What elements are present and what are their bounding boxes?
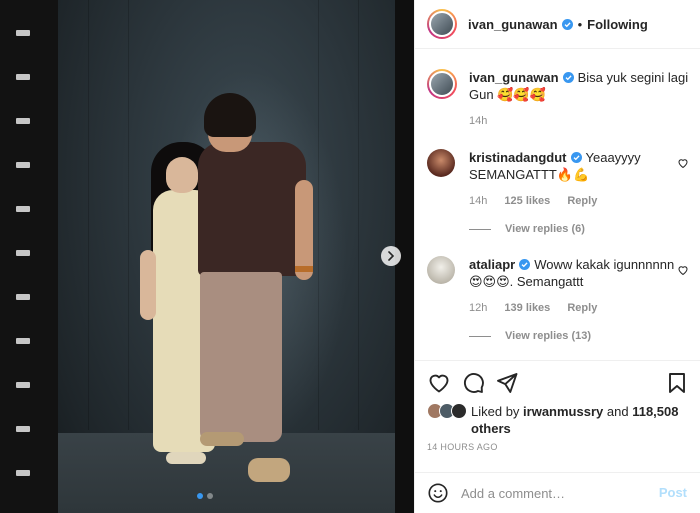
post-header: ivan_gunawan • Following xyxy=(415,0,700,49)
action-icons-row xyxy=(427,371,689,395)
post-photo[interactable] xyxy=(58,0,395,513)
carousel-dot xyxy=(207,493,213,499)
post-comment-button[interactable]: Post xyxy=(659,485,687,500)
verified-badge-icon xyxy=(562,72,574,83)
comments-list[interactable]: ivan_gunawan Bisa yuk segini lagi Gun 🥰🥰🥰… xyxy=(415,50,700,360)
post-photo-pane xyxy=(0,0,414,513)
verified-badge-icon xyxy=(519,259,531,270)
liked-by-prefix: Liked by xyxy=(471,404,520,419)
comment-likes[interactable]: 125 likes xyxy=(504,195,550,207)
carousel-dots xyxy=(197,493,213,499)
author-username[interactable]: ivan_gunawan xyxy=(468,17,558,32)
post-actions-section: Liked by irwanmussry and 118,508 others … xyxy=(415,360,700,512)
heart-icon[interactable] xyxy=(677,264,689,276)
view-replies-button[interactable]: View replies (13) xyxy=(469,330,689,342)
liked-by-and: and xyxy=(606,404,629,419)
carousel-next-button[interactable] xyxy=(381,246,401,266)
verified-badge-icon xyxy=(561,18,573,30)
caption: ivan_gunawan Bisa yuk segini lagi Gun 🥰🥰🥰… xyxy=(427,69,689,127)
verified-badge-icon xyxy=(570,152,582,163)
caption-time: 14h xyxy=(469,115,488,127)
carousel-dot-active xyxy=(197,493,203,499)
liker-avatars xyxy=(427,403,471,421)
separator-dot: • xyxy=(577,16,583,32)
likes-summary: Liked by irwanmussry and 118,508 others xyxy=(427,403,689,437)
reply-button[interactable]: Reply xyxy=(567,302,597,314)
heart-icon[interactable] xyxy=(427,371,451,395)
comment-time: 12h xyxy=(469,302,488,314)
following-button[interactable]: Following xyxy=(587,17,648,32)
man-figure xyxy=(198,142,306,276)
view-replies-label: View replies (6) xyxy=(505,223,585,235)
commenter-username[interactable]: ataliapr xyxy=(469,257,515,272)
chevron-right-icon xyxy=(388,251,395,261)
view-replies-label: View replies (13) xyxy=(505,330,592,342)
view-replies-button[interactable]: View replies (6) xyxy=(469,223,689,235)
commenter-username[interactable]: kristinadangdut xyxy=(469,150,567,165)
caption-avatar[interactable] xyxy=(427,69,457,99)
caption-username[interactable]: ivan_gunawan xyxy=(469,70,559,85)
commenter-avatar[interactable] xyxy=(427,256,455,284)
heart-icon[interactable] xyxy=(677,157,689,169)
comment-likes[interactable]: 139 likes xyxy=(504,302,550,314)
commenter-avatar[interactable] xyxy=(427,149,455,177)
liked-by-user[interactable]: irwanmussry xyxy=(523,404,603,419)
share-icon[interactable] xyxy=(495,371,519,395)
add-comment-bar: Post xyxy=(415,472,700,513)
comment-item: kristinadangdut Yeaayyyy SEMANGATTT🔥💪 14h… xyxy=(427,149,689,235)
add-comment-input[interactable] xyxy=(461,483,651,503)
comment-item: ataliapr Woww kakak igunnnnnn 😍😍😍. Semang… xyxy=(427,256,689,342)
post-details-pane: ivan_gunawan • Following ivan_gunawan Bis… xyxy=(414,0,700,513)
post-timestamp[interactable]: 14 HOURS AGO xyxy=(427,442,498,452)
comment-time: 14h xyxy=(469,195,488,207)
author-avatar[interactable] xyxy=(427,9,457,39)
bookmark-icon[interactable] xyxy=(665,371,689,395)
film-strip-edge xyxy=(0,0,58,513)
emoji-icon[interactable] xyxy=(427,482,449,504)
reply-button[interactable]: Reply xyxy=(567,195,597,207)
comment-icon[interactable] xyxy=(461,371,485,395)
